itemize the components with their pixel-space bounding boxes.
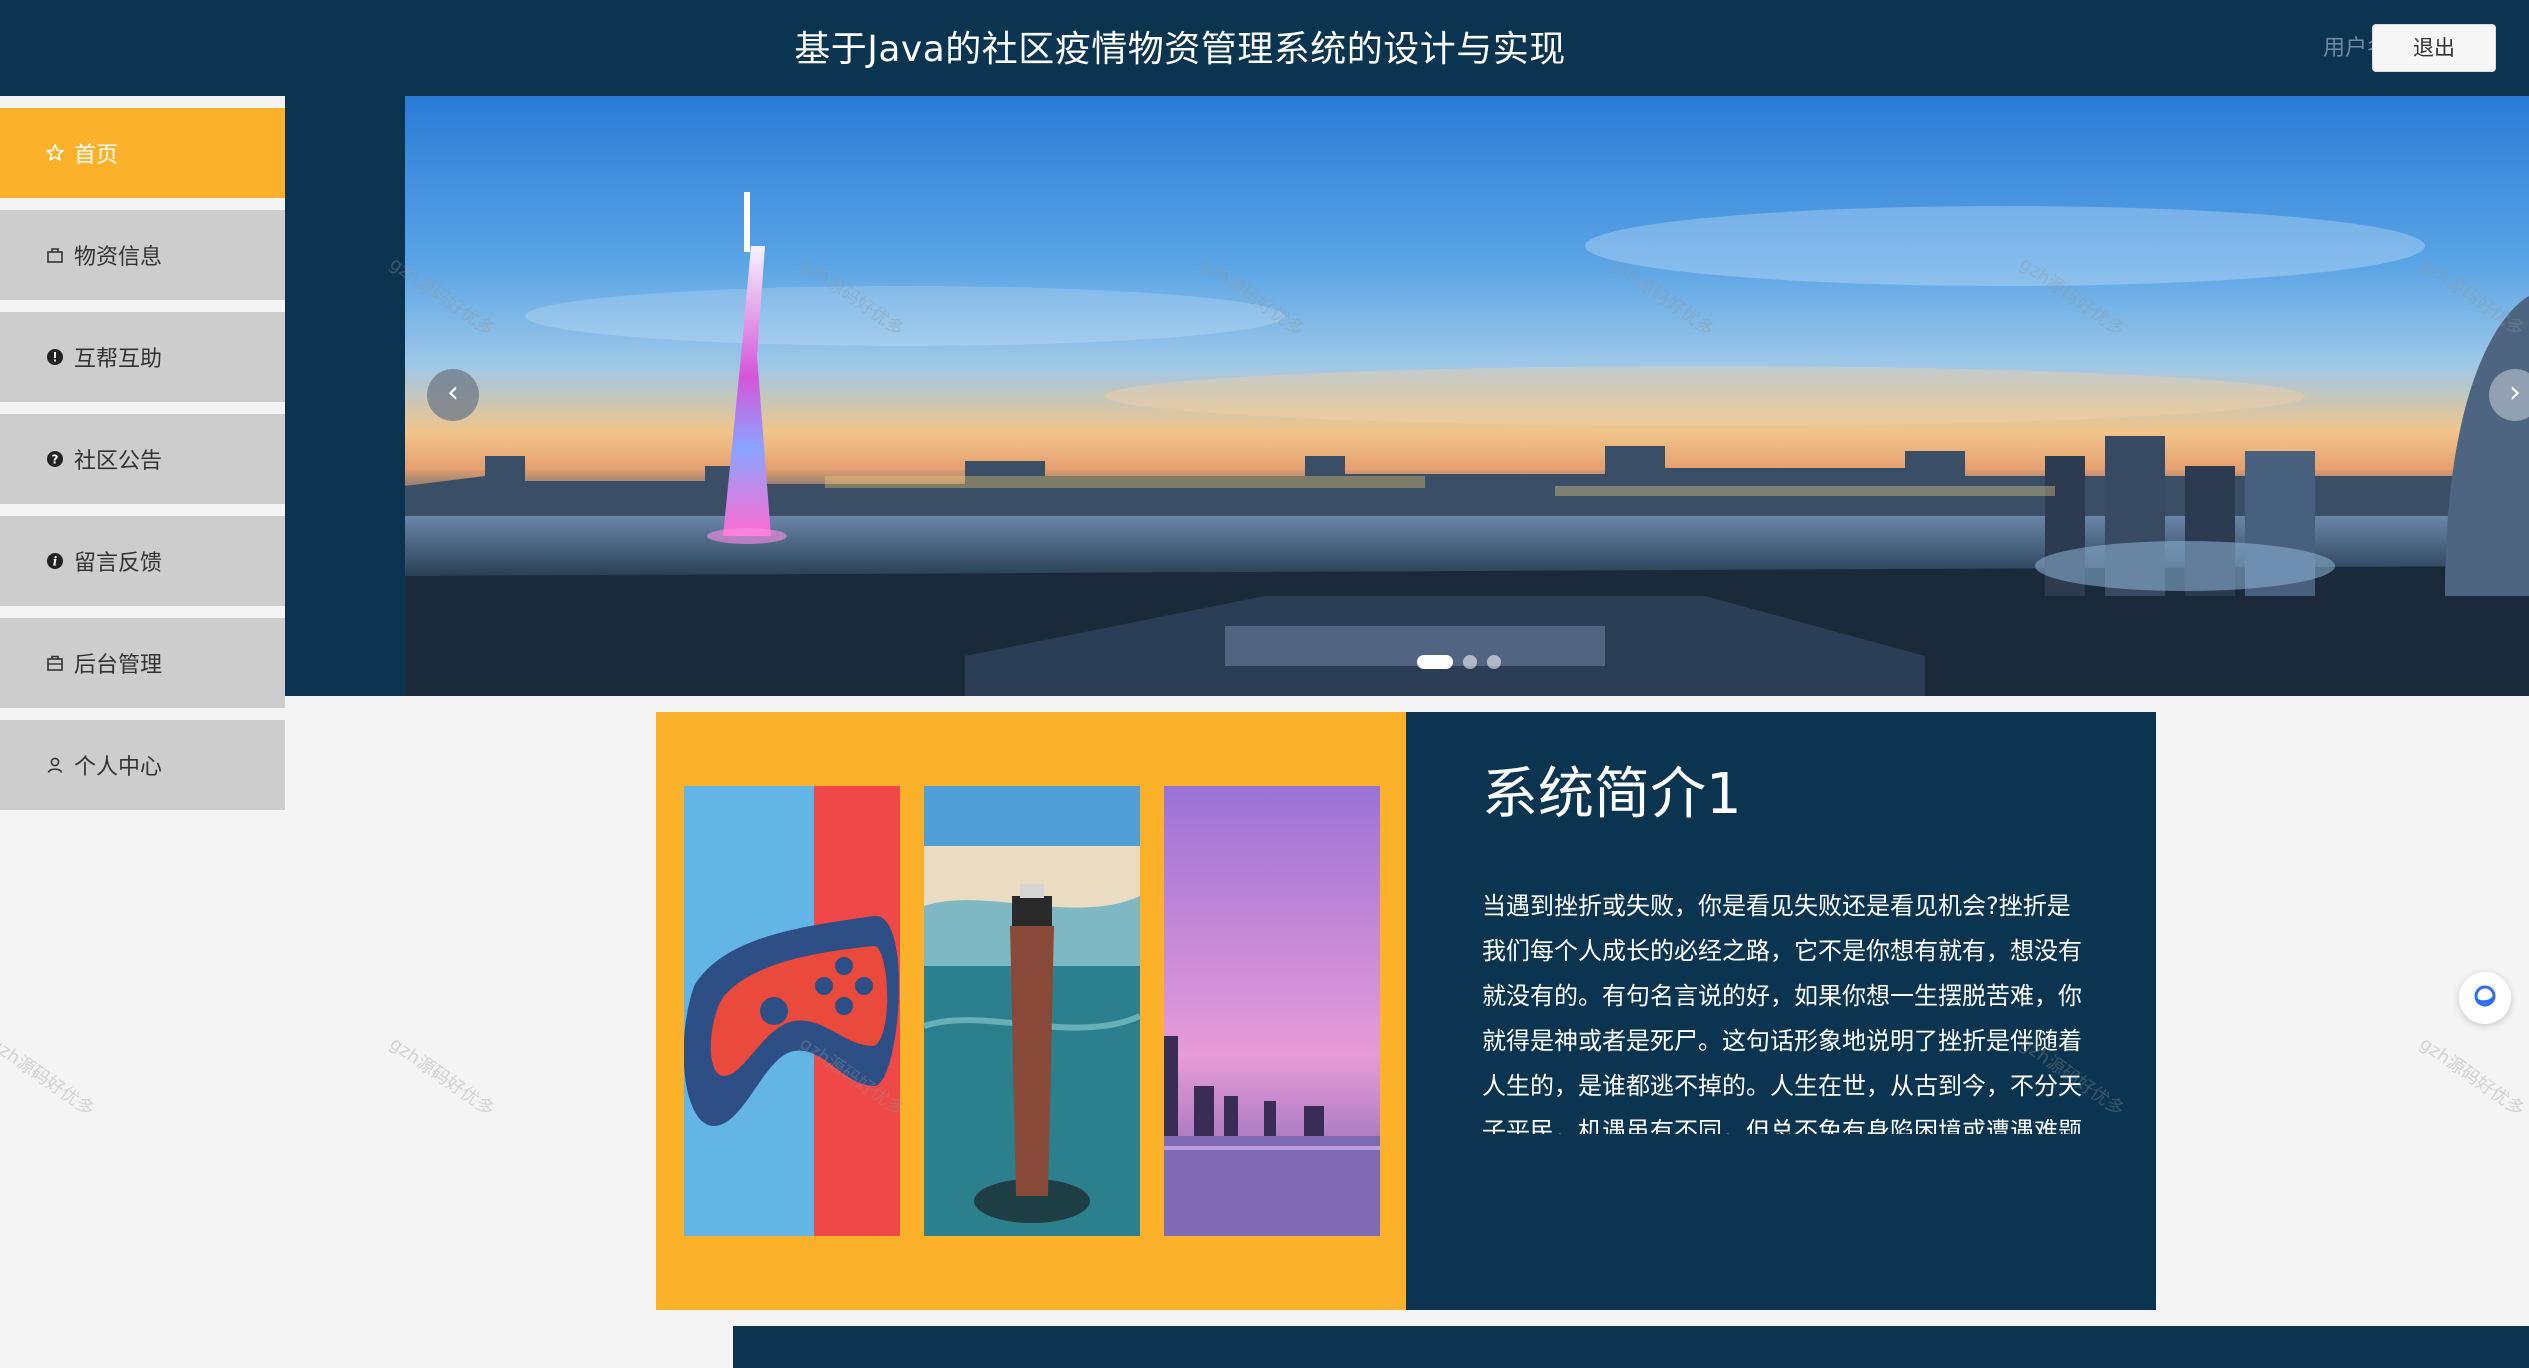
sidebar-item-label: 留言反馈: [74, 551, 163, 576]
city-night-image: [1164, 786, 1380, 1236]
game-controller-image: [684, 786, 900, 1236]
sidebar-item-feedback[interactable]: i 留言反馈: [0, 516, 285, 606]
sidebar-item-label: 物资信息: [74, 245, 163, 270]
lighthouse-image: [924, 786, 1140, 1236]
question-circle-icon: ?: [44, 448, 66, 470]
svg-text:?: ?: [52, 453, 59, 467]
sidebar-item-supplies[interactable]: 物资信息: [0, 210, 285, 300]
banner-carousel[interactable]: ‹ ›: [405, 96, 2529, 696]
watermark-text: gzh源码好优多: [2415, 1033, 2528, 1121]
info-circle-icon: i: [44, 550, 66, 572]
chat-bubble-icon: [2470, 981, 2500, 1015]
carousel-prev-button[interactable]: ‹: [427, 369, 479, 421]
logout-button[interactable]: 退出: [2372, 24, 2496, 72]
sidebar-item-admin[interactable]: 后台管理: [0, 618, 285, 708]
intro-image-panel: [656, 712, 1406, 1310]
carousel-dot[interactable]: [1463, 655, 1477, 669]
floating-chat-button[interactable]: [2459, 972, 2511, 1024]
sidebar-nav: 首页 物资信息 互帮互助 ? 社区公告 i 留言反馈 后台管理 个人中心: [0, 108, 285, 822]
carousel-indicators: [1417, 655, 1501, 669]
next-section-band: [733, 1326, 2529, 1368]
briefcase-icon: [44, 652, 66, 674]
header-extension: [285, 96, 405, 696]
city-skyline-image: [405, 192, 2529, 696]
carousel-dot[interactable]: [1487, 655, 1501, 669]
user-icon: [44, 754, 66, 776]
watermark-text: gzh源码好优多: [0, 1033, 98, 1121]
watermark-text: gzh源码好优多: [385, 1033, 498, 1121]
carousel-dot[interactable]: [1417, 655, 1453, 669]
sidebar-item-label: 个人中心: [74, 755, 163, 780]
intro-description: 当遇到挫折或失败，你是看见失败还是看见机会?挫折是我们每个人成长的必经之路，它不…: [1482, 892, 2082, 1134]
intro-text-panel: 系统简介1 当遇到挫折或失败，你是看见失败还是看见机会?挫折是我们每个人成长的必…: [1406, 712, 2156, 1310]
sidebar-item-label: 社区公告: [74, 449, 163, 474]
star-icon: [44, 142, 66, 164]
page-title: 基于Java的社区疫情物资管理系统的设计与实现: [794, 29, 1566, 70]
intro-title: 系统简介1: [1482, 762, 1742, 827]
sidebar-item-home[interactable]: 首页: [0, 108, 285, 198]
sidebar-item-mutual-aid[interactable]: 互帮互助: [0, 312, 285, 402]
sidebar-item-label: 互帮互助: [74, 347, 163, 372]
svg-text:i: i: [53, 555, 58, 569]
sidebar-item-label: 首页: [74, 143, 119, 168]
alert-circle-icon: [44, 346, 66, 368]
sidebar-item-label: 后台管理: [74, 653, 163, 678]
sidebar-item-profile[interactable]: 个人中心: [0, 720, 285, 810]
top-header: 基于Java的社区疫情物资管理系统的设计与实现 用户名1 退出: [0, 0, 2529, 96]
sidebar-item-announcements[interactable]: ? 社区公告: [0, 414, 285, 504]
bag-icon: [44, 244, 66, 266]
